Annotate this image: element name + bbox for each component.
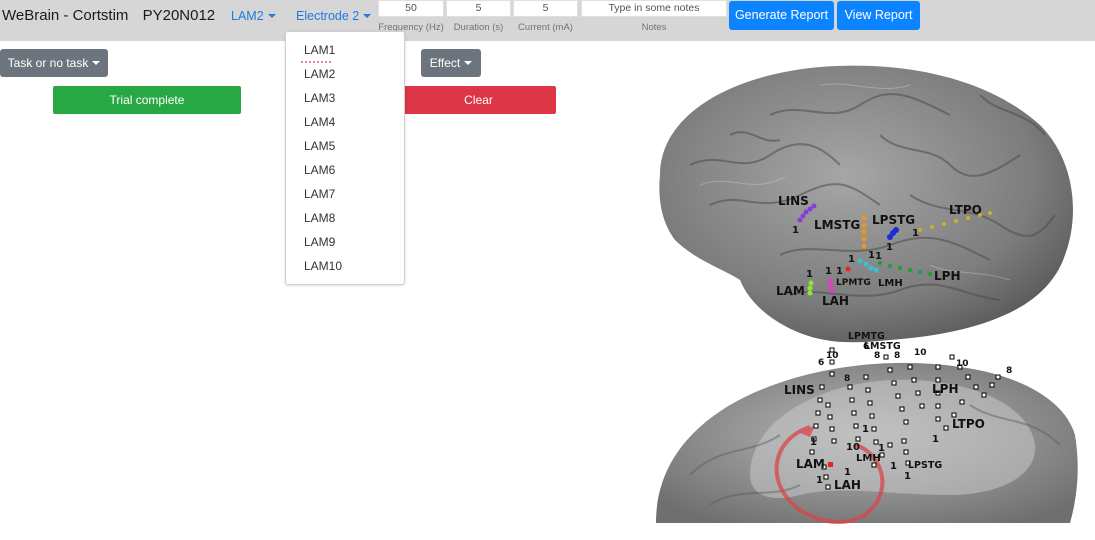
- svg-text:1: 1: [912, 228, 919, 239]
- svg-text:6: 6: [863, 342, 869, 352]
- svg-text:1: 1: [904, 471, 911, 482]
- electrode-number-dropdown[interactable]: Electrode 2: [296, 9, 372, 23]
- clear-button[interactable]: Clear: [401, 86, 556, 114]
- chevron-down-icon: [363, 14, 372, 18]
- menu-item-lam7[interactable]: LAM7: [286, 182, 404, 206]
- svg-text:1: 1: [890, 461, 897, 472]
- svg-text:1: 1: [932, 434, 939, 445]
- highlighted-contact: [828, 462, 833, 467]
- svg-text:8: 8: [874, 351, 880, 361]
- frequency-input[interactable]: 50: [378, 0, 444, 17]
- app-title: WeBrain - Cortstim: [2, 7, 129, 24]
- brain-electrode-map: LINS LMSTG LPSTG LTPO LAM LAH LPMTG LMH …: [656, 65, 1078, 524]
- menu-item-lam8[interactable]: LAM8: [286, 206, 404, 230]
- svg-text:1: 1: [825, 266, 832, 277]
- svg-text:8: 8: [894, 351, 900, 361]
- view-report-button[interactable]: View Report: [837, 1, 920, 30]
- duration-group: 5 Duration (s): [446, 0, 511, 33]
- menu-item-lam4[interactable]: LAM4: [286, 110, 404, 134]
- svg-text:10: 10: [956, 359, 969, 369]
- chevron-down-icon: [92, 61, 101, 65]
- menu-item-lam2[interactable]: LAM2: [286, 62, 404, 86]
- electrode-number-dropdown-label: Electrode 2: [296, 9, 360, 23]
- duration-label: Duration (s): [453, 22, 504, 33]
- svg-text:8: 8: [844, 374, 850, 384]
- task-dropdown-button[interactable]: Task or no task: [0, 49, 108, 77]
- menu-item-lam5[interactable]: LAM5: [286, 134, 404, 158]
- svg-text:1: 1: [848, 254, 855, 265]
- svg-text:1: 1: [868, 250, 875, 261]
- electrode-number-dropdown-menu: LAM1 LAM2 LAM3 LAM4 LAM5 LAM6 LAM7 LAM8 …: [285, 31, 405, 285]
- svg-text:8: 8: [1006, 366, 1012, 376]
- svg-text:LPH: LPH: [934, 269, 960, 283]
- svg-text:1: 1: [875, 251, 882, 262]
- menu-item-lam9[interactable]: LAM9: [286, 230, 404, 254]
- svg-text:1: 1: [886, 242, 893, 253]
- electrode-dropdown-label: LAM2: [231, 9, 264, 23]
- svg-text:LINS: LINS: [778, 194, 809, 208]
- svg-text:LAH: LAH: [834, 478, 861, 492]
- svg-text:1: 1: [816, 475, 823, 486]
- svg-text:10: 10: [846, 442, 860, 453]
- notes-group: Type in some notes Notes: [581, 0, 727, 33]
- patient-id: PY20N012: [142, 7, 216, 24]
- svg-text:LMH: LMH: [856, 453, 881, 464]
- chevron-down-icon: [267, 14, 276, 18]
- svg-text:1: 1: [862, 424, 869, 435]
- svg-text:1: 1: [844, 467, 851, 478]
- svg-text:LAH: LAH: [822, 294, 849, 308]
- app-brand: WeBrain - Cortstim PY20N012: [2, 7, 215, 24]
- svg-text:LMH: LMH: [878, 278, 903, 289]
- current-label: Current (mA): [518, 22, 573, 33]
- svg-text:LPMTG: LPMTG: [836, 278, 871, 288]
- svg-text:LINS: LINS: [784, 383, 815, 397]
- menu-item-lam1[interactable]: LAM1: [286, 38, 404, 63]
- svg-text:LPSTG: LPSTG: [872, 213, 915, 227]
- svg-text:LTPO: LTPO: [949, 203, 982, 217]
- current-group: 5 Current (mA): [513, 0, 578, 33]
- top-navbar: WeBrain - Cortstim PY20N012 LAM2 Electro…: [0, 0, 1095, 41]
- menu-item-lam3[interactable]: LAM3: [286, 86, 404, 110]
- svg-text:10: 10: [826, 351, 839, 361]
- duration-input[interactable]: 5: [446, 0, 511, 17]
- notes-input[interactable]: Type in some notes: [581, 0, 727, 17]
- svg-text:1: 1: [792, 225, 799, 236]
- svg-text:LPSTG: LPSTG: [908, 460, 942, 471]
- svg-text:1: 1: [836, 266, 843, 277]
- notes-label: Notes: [641, 22, 667, 33]
- svg-text:1: 1: [806, 269, 813, 280]
- effect-dropdown-button[interactable]: Effect: [421, 49, 481, 77]
- generate-report-button[interactable]: Generate Report: [729, 1, 834, 30]
- svg-text:LAM: LAM: [796, 457, 825, 471]
- svg-text:LAM: LAM: [776, 284, 805, 298]
- lateral-brain-surface: [659, 65, 1073, 343]
- menu-item-lam6[interactable]: LAM6: [286, 158, 404, 182]
- effect-dropdown-label: Effect: [429, 56, 461, 70]
- frequency-group: 50 Frequency (Hz): [378, 0, 444, 33]
- svg-text:LMSTG: LMSTG: [814, 218, 860, 232]
- menu-item-lam10[interactable]: LAM10: [286, 254, 404, 278]
- svg-text:10: 10: [914, 348, 927, 358]
- electrode-dropdown[interactable]: LAM2: [231, 9, 276, 23]
- trial-complete-button[interactable]: Trial complete: [53, 86, 241, 114]
- svg-text:1: 1: [878, 443, 885, 454]
- current-input[interactable]: 5: [513, 0, 578, 17]
- svg-text:LTPO: LTPO: [952, 417, 985, 431]
- svg-text:1: 1: [810, 437, 817, 448]
- chevron-down-icon: [464, 61, 473, 65]
- svg-text:LPH: LPH: [932, 382, 958, 396]
- electrode-strip-lpmtg: [845, 266, 851, 272]
- task-dropdown-label: Task or no task: [7, 56, 89, 70]
- svg-text:6: 6: [818, 358, 824, 368]
